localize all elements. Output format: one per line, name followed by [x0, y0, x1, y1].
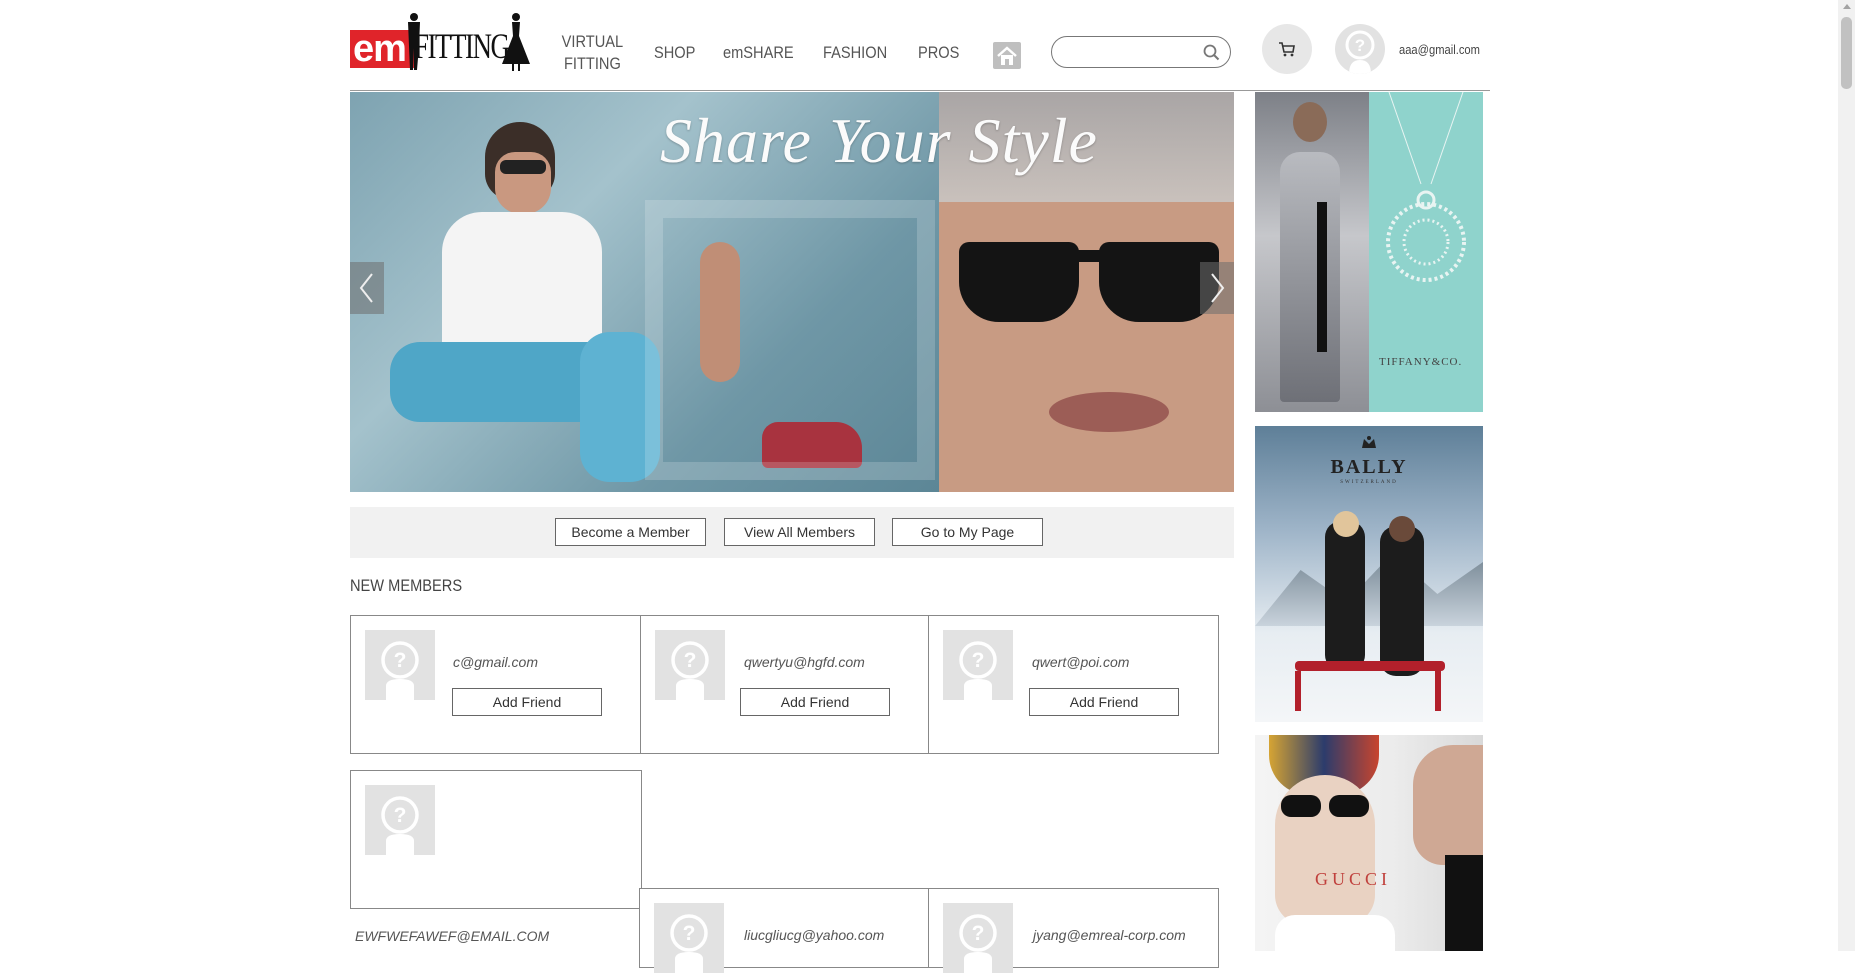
nav-virtual-fitting-line1: VIRTUAL — [561, 32, 624, 51]
scrollbar-thumb[interactable] — [1841, 17, 1852, 89]
cart-icon — [1279, 42, 1295, 57]
member-avatar[interactable]: ? — [365, 630, 435, 700]
tiffany-brand: TIFFANY&CO. — [1379, 356, 1463, 368]
search-input[interactable] — [1064, 42, 1198, 64]
bally-sub: SWITZERLAND — [1340, 480, 1398, 485]
svg-text:?: ? — [1355, 36, 1365, 55]
logo-man-silhouette-icon — [408, 13, 420, 70]
member-card: ? — [350, 770, 642, 909]
svg-text:?: ? — [394, 649, 407, 672]
svg-text:?: ? — [683, 922, 696, 945]
svg-text:?: ? — [684, 649, 697, 672]
banner-prev-button[interactable] — [350, 262, 384, 314]
member-card: ? c@gmail.com Add Friend — [350, 615, 641, 754]
nav-virtual-fitting-line2: FITTING — [563, 54, 621, 73]
member-card: ? qwertyu@hgfd.com Add Friend — [640, 615, 929, 754]
member-card: ? liucgliucg@yahoo.com — [639, 888, 929, 973]
nav-pros[interactable]: PROS — [918, 42, 959, 64]
member-email[interactable]: qwert@poi.com — [1032, 654, 1129, 670]
member-email[interactable]: liucgliucg@yahoo.com — [744, 927, 884, 943]
bally-brand: BALLY — [1330, 456, 1408, 478]
member-email[interactable]: qwertyu@hgfd.com — [744, 654, 865, 670]
tiffany-ad-necklace: TIFFANY&CO. — [1369, 92, 1483, 412]
member-card: ? jyang@emreal-corp.com — [928, 888, 1219, 973]
member-email[interactable]: c@gmail.com — [453, 654, 538, 670]
svg-text:?: ? — [394, 804, 407, 827]
default-avatar-icon: ? — [959, 914, 997, 973]
chevron-left-icon — [359, 273, 373, 303]
scroll-up-arrow-icon[interactable] — [1843, 4, 1851, 9]
default-avatar-icon: ? — [381, 796, 419, 855]
banner-frame-overlay — [645, 200, 935, 480]
cart-button[interactable] — [1262, 24, 1312, 74]
search-icon[interactable] — [1203, 44, 1220, 61]
default-avatar-icon: ? — [670, 914, 708, 973]
become-member-button[interactable]: Become a Member — [555, 518, 706, 546]
search-box[interactable] — [1051, 36, 1231, 68]
member-avatar[interactable]: ? — [655, 630, 725, 700]
home-icon[interactable] — [993, 42, 1021, 69]
tiffany-ad[interactable]: TIFFANY&CO. — [1255, 92, 1483, 412]
header-divider — [350, 90, 1490, 91]
nav-emshare[interactable]: emSHARE — [723, 42, 794, 64]
svg-text:?: ? — [972, 649, 985, 672]
hero-banner: Share Your Style — [350, 92, 1234, 492]
default-avatar-icon: ? — [381, 641, 419, 700]
nav-shop[interactable]: SHOP — [654, 42, 695, 64]
default-avatar-icon: ? — [959, 641, 997, 700]
gucci-brand: GUCCI — [1315, 869, 1392, 889]
user-email[interactable]: aaa@gmail.com — [1399, 42, 1480, 57]
go-to-my-page-button[interactable]: Go to My Page — [892, 518, 1043, 546]
member-email[interactable]: EWFWEFAWEF@EMAIL.COM — [355, 928, 549, 944]
banner-next-button[interactable] — [1200, 262, 1234, 314]
svg-text:?: ? — [972, 922, 985, 945]
section-title: NEW MEMBERS — [350, 576, 463, 595]
add-friend-button[interactable]: Add Friend — [452, 688, 602, 716]
member-avatar[interactable]: ? — [365, 785, 435, 855]
default-avatar-icon: ? — [671, 641, 709, 700]
member-action-bar: Become a Member View All Members Go to M… — [350, 507, 1234, 558]
member-card: ? qwert@poi.com Add Friend — [928, 615, 1219, 754]
add-friend-button[interactable]: Add Friend — [740, 688, 890, 716]
view-all-members-button[interactable]: View All Members — [724, 518, 875, 546]
default-avatar-icon: ? — [1345, 30, 1375, 74]
site-header: em FITTING VIRTUAL FITTING SHOP emSHARE … — [0, 0, 1855, 92]
logo-woman-silhouette-icon — [502, 13, 530, 71]
page-scrollbar[interactable] — [1838, 0, 1855, 951]
gucci-ad[interactable]: GUCCI — [1255, 735, 1483, 951]
member-avatar[interactable]: ? — [943, 630, 1013, 700]
nav-fashion[interactable]: FASHION — [823, 42, 887, 64]
bally-crest-icon — [1362, 436, 1376, 448]
tiffany-ad-model — [1255, 92, 1369, 412]
emfitting-logo[interactable]: em FITTING — [350, 12, 532, 72]
nav-virtual-fitting[interactable]: VIRTUAL FITTING — [558, 31, 627, 75]
member-avatar[interactable]: ? — [943, 903, 1013, 973]
add-friend-button[interactable]: Add Friend — [1029, 688, 1179, 716]
chevron-right-icon — [1211, 273, 1225, 303]
user-avatar[interactable]: ? — [1335, 24, 1385, 74]
member-avatar[interactable]: ? — [654, 903, 724, 973]
bally-ad[interactable]: BALLY SWITZERLAND — [1255, 426, 1483, 722]
member-email[interactable]: jyang@emreal-corp.com — [1033, 927, 1186, 943]
banner-title: Share Your Style — [660, 105, 1098, 176]
